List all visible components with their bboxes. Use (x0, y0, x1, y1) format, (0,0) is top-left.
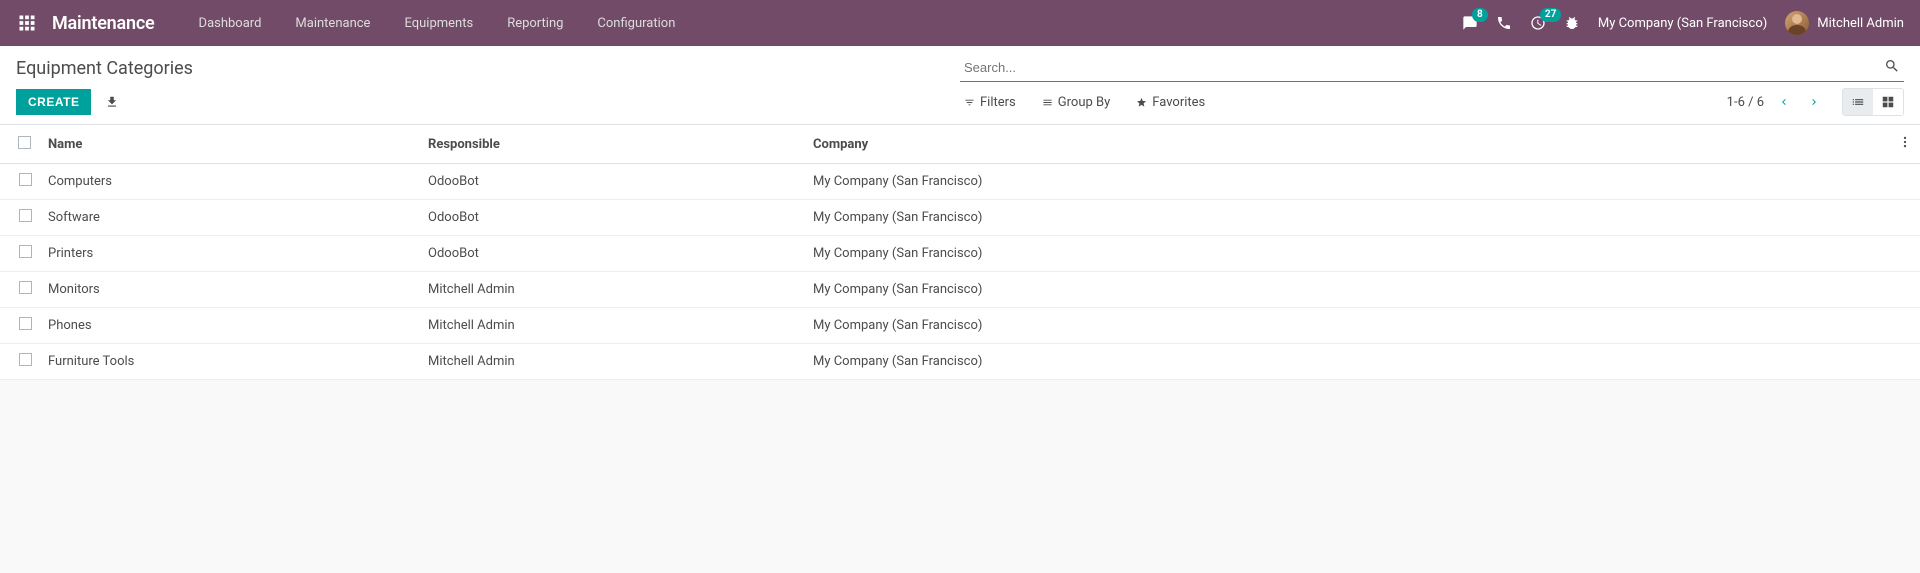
pager: 1-6 / 6 (1727, 92, 1824, 112)
cell-company[interactable]: My Company (San Francisco) (805, 344, 1890, 380)
cell-optional (1890, 200, 1920, 236)
cell-optional (1890, 272, 1920, 308)
create-button[interactable]: CREATE (16, 89, 91, 115)
cell-name[interactable]: Monitors (40, 272, 420, 308)
cell-optional (1890, 308, 1920, 344)
row-checkbox-cell[interactable] (0, 236, 40, 272)
cell-responsible[interactable]: OdooBot (420, 200, 805, 236)
row-checkbox-cell[interactable] (0, 308, 40, 344)
favorites-label: Favorites (1152, 95, 1205, 110)
cell-company[interactable]: My Company (San Francisco) (805, 164, 1890, 200)
pager-next-button[interactable] (1804, 92, 1824, 112)
pager-value[interactable]: 1-6 / 6 (1727, 95, 1764, 110)
activities-button[interactable]: 27 (1530, 15, 1546, 31)
messages-button[interactable]: 8 (1462, 15, 1478, 31)
checkbox-icon[interactable] (19, 317, 32, 330)
checkbox-icon[interactable] (18, 136, 31, 149)
filters-button[interactable]: Filters (964, 88, 1016, 116)
cell-company[interactable]: My Company (San Francisco) (805, 272, 1890, 308)
cell-responsible[interactable]: OdooBot (420, 236, 805, 272)
top-navbar: Maintenance Dashboard Maintenance Equipm… (0, 0, 1920, 46)
checkbox-icon[interactable] (19, 209, 32, 222)
table-row[interactable]: PhonesMitchell AdminMy Company (San Fran… (0, 308, 1920, 344)
topnav-right: 8 27 My Company (San Francisco) Mitchell… (1462, 11, 1904, 35)
table-row[interactable]: ComputersOdooBotMy Company (San Francisc… (0, 164, 1920, 200)
select-all-header[interactable] (0, 125, 40, 164)
groupby-button[interactable]: Group By (1042, 88, 1111, 116)
cell-name[interactable]: Furniture Tools (40, 344, 420, 380)
nav-link-configuration[interactable]: Configuration (581, 8, 691, 39)
nav-link-maintenance[interactable]: Maintenance (279, 8, 386, 39)
user-name: Mitchell Admin (1817, 16, 1904, 31)
search-wrap (960, 54, 1904, 82)
cell-optional (1890, 164, 1920, 200)
groupby-label: Group By (1058, 95, 1111, 110)
cell-responsible[interactable]: Mitchell Admin (420, 344, 805, 380)
cell-name[interactable]: Phones (40, 308, 420, 344)
nav-link-dashboard[interactable]: Dashboard (183, 8, 278, 39)
debug-button[interactable] (1564, 15, 1580, 31)
cell-responsible[interactable]: Mitchell Admin (420, 308, 805, 344)
cell-optional (1890, 344, 1920, 380)
filters-label: Filters (980, 95, 1016, 110)
column-header-responsible[interactable]: Responsible (420, 125, 805, 164)
view-list-button[interactable] (1843, 89, 1873, 115)
view-switcher (1842, 88, 1904, 116)
user-menu[interactable]: Mitchell Admin (1785, 11, 1904, 35)
cp-right: 1-6 / 6 (1727, 88, 1904, 116)
checkbox-icon[interactable] (19, 281, 32, 294)
row-checkbox-cell[interactable] (0, 272, 40, 308)
cell-company[interactable]: My Company (San Francisco) (805, 200, 1890, 236)
table-row[interactable]: SoftwareOdooBotMy Company (San Francisco… (0, 200, 1920, 236)
pager-prev-button[interactable] (1774, 92, 1794, 112)
checkbox-icon[interactable] (19, 353, 32, 366)
row-checkbox-cell[interactable] (0, 344, 40, 380)
row-checkbox-cell[interactable] (0, 200, 40, 236)
page-title: Equipment Categories (16, 54, 193, 79)
import-button[interactable] (105, 95, 119, 109)
cell-responsible[interactable]: OdooBot (420, 164, 805, 200)
cell-company[interactable]: My Company (San Francisco) (805, 236, 1890, 272)
table-row[interactable]: PrintersOdooBotMy Company (San Francisco… (0, 236, 1920, 272)
view-kanban-button[interactable] (1873, 89, 1903, 115)
nav-links: Dashboard Maintenance Equipments Reporti… (183, 8, 692, 39)
cell-name[interactable]: Computers (40, 164, 420, 200)
checkbox-icon[interactable] (19, 173, 32, 186)
cell-name[interactable]: Printers (40, 236, 420, 272)
table-row[interactable]: MonitorsMitchell AdminMy Company (San Fr… (0, 272, 1920, 308)
messages-badge: 8 (1472, 8, 1488, 22)
app-brand[interactable]: Maintenance (52, 13, 155, 34)
search-icon[interactable] (1884, 58, 1900, 78)
company-switcher[interactable]: My Company (San Francisco) (1598, 16, 1767, 31)
search-options: Filters Group By Favorites 1-6 / 6 (960, 88, 1904, 116)
checkbox-icon[interactable] (19, 245, 32, 258)
control-panel: Equipment Categories CREATE Filters Grou… (0, 46, 1920, 125)
cell-company[interactable]: My Company (San Francisco) (805, 308, 1890, 344)
table-row[interactable]: Furniture ToolsMitchell AdminMy Company … (0, 344, 1920, 380)
column-header-name[interactable]: Name (40, 125, 420, 164)
nav-link-reporting[interactable]: Reporting (491, 8, 579, 39)
cell-responsible[interactable]: Mitchell Admin (420, 272, 805, 308)
phone-button[interactable] (1496, 15, 1512, 31)
column-header-company[interactable]: Company (805, 125, 1890, 164)
activities-badge: 27 (1540, 8, 1561, 22)
favorites-button[interactable]: Favorites (1136, 88, 1205, 116)
nav-link-equipments[interactable]: Equipments (388, 8, 489, 39)
search-input[interactable] (960, 54, 1904, 82)
apps-icon[interactable] (16, 12, 38, 34)
avatar (1785, 11, 1809, 35)
cell-name[interactable]: Software (40, 200, 420, 236)
list-table: Name Responsible Company ComputersOdooBo… (0, 125, 1920, 380)
cell-optional (1890, 236, 1920, 272)
optional-columns-button[interactable] (1890, 125, 1920, 164)
row-checkbox-cell[interactable] (0, 164, 40, 200)
